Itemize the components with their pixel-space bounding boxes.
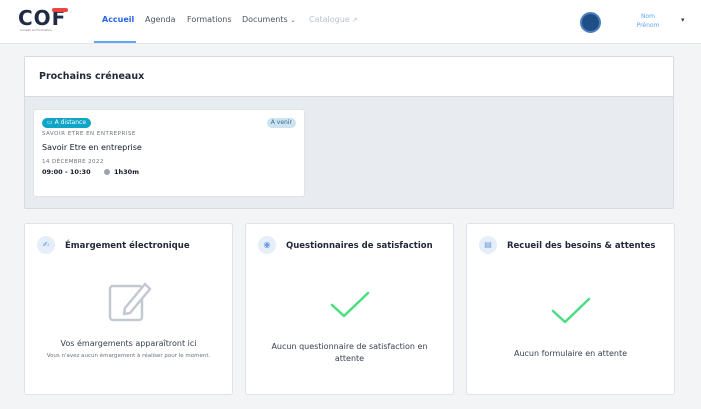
slot-duration-value: 1h30m	[114, 168, 139, 176]
checkmark-icon	[330, 291, 370, 318]
avatar[interactable]	[580, 12, 601, 33]
user-name[interactable]: Nom Prénom	[630, 12, 666, 30]
logo[interactable]: COF Conseil en Formation	[18, 6, 70, 36]
chevron-down-icon: ⌄	[290, 17, 296, 24]
form-icon: ▤	[479, 236, 497, 254]
needs-card: ▤ Recueil des besoins & attentes Aucun f…	[466, 223, 675, 395]
user-menu-caret-icon[interactable]: ▾	[681, 16, 685, 24]
nav-formations[interactable]: Formations	[187, 15, 232, 24]
signature-sub: Vous n'avez aucun émargement à réaliser …	[46, 353, 211, 359]
slot-time: 09:00 - 10:30	[42, 168, 91, 176]
slot-name: Savoir Etre en entreprise	[42, 143, 142, 152]
slot-date: 14 DÉCEMBRE 2022	[42, 159, 104, 165]
status-badge: A venir	[266, 118, 296, 128]
remote-badge-label: A distance	[54, 119, 87, 126]
user-last-name: Prénom	[636, 22, 660, 29]
logo-subtitle: Conseil en Formation	[20, 28, 52, 32]
remote-badge: ▭ A distance	[42, 118, 92, 128]
needs-card-title: Recueil des besoins & attentes	[507, 241, 656, 251]
slot-duration: 1h30m	[104, 168, 139, 176]
lightbulb-icon: ◉	[258, 236, 276, 254]
slot-card[interactable]: ▭ A distance A venir SAVOIR ETRE EN ENTR…	[33, 109, 305, 197]
user-first-name: Nom	[640, 13, 655, 20]
upcoming-slots-header: Prochains créneaux	[25, 57, 673, 97]
survey-card-title: Questionnaires de satisfaction	[286, 241, 433, 251]
external-link-icon: ↗	[351, 16, 358, 24]
checkmark-icon	[551, 297, 591, 324]
nav-catalogue-label: Catalogue	[309, 15, 350, 24]
signature-card-title: Émargement électronique	[65, 241, 190, 251]
clock-icon	[104, 169, 110, 175]
nav-documents[interactable]: Documents ⌄	[242, 15, 296, 24]
logo-accent	[52, 8, 68, 12]
slot-category: SAVOIR ETRE EN ENTREPRISE	[42, 131, 136, 137]
signature-message: Vos émargements apparaîtront ici	[60, 339, 197, 348]
top-bar: COF Conseil en Formation Accueil Agenda …	[0, 0, 701, 44]
nav-catalogue[interactable]: Catalogue ↗	[309, 15, 358, 24]
nav-documents-label: Documents	[242, 15, 288, 24]
active-tab-indicator	[94, 41, 136, 43]
video-icon: ▭	[47, 119, 55, 126]
edit-icon	[108, 282, 152, 322]
survey-card: ◉ Questionnaires de satisfaction Aucun q…	[245, 223, 454, 395]
upcoming-slots-title: Prochains créneaux	[39, 71, 145, 82]
needs-message: Aucun formulaire en attente	[513, 349, 628, 358]
nav-accueil[interactable]: Accueil	[102, 15, 134, 24]
signature-card: ✍ Émargement électronique Vos émargement…	[24, 223, 233, 395]
signature-icon: ✍	[37, 236, 55, 254]
nav-agenda[interactable]: Agenda	[145, 15, 176, 24]
survey-message: Aucun questionnaire de satisfaction en a…	[271, 342, 428, 363]
upcoming-slots-panel: Prochains créneaux ▭ A distance A venir …	[24, 56, 674, 209]
